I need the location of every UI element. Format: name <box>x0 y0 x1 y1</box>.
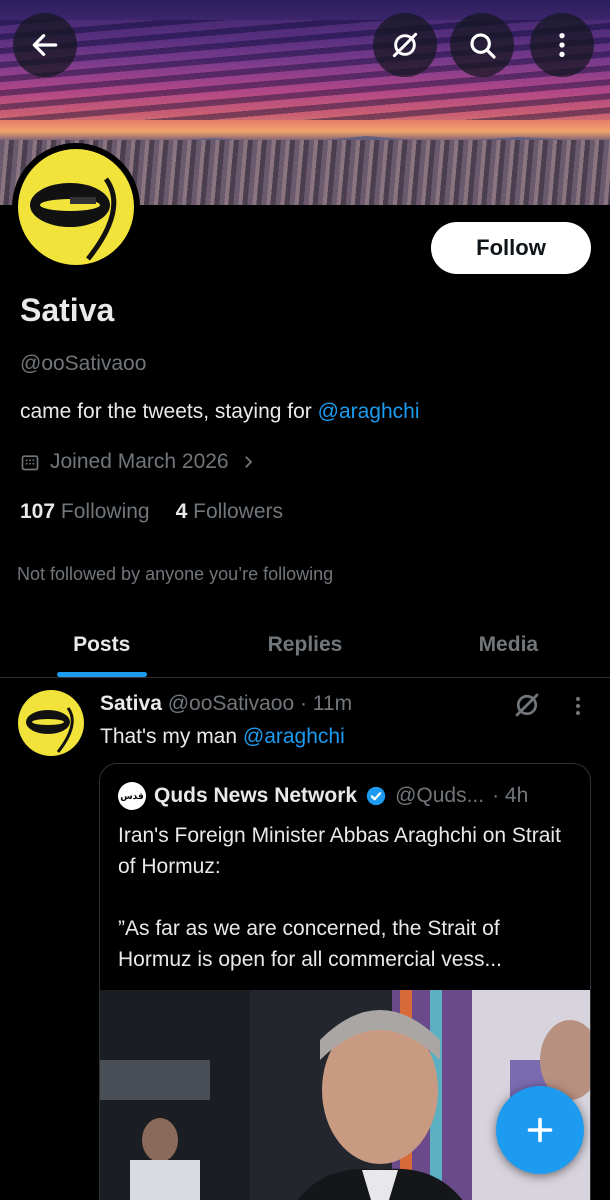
follow-button[interactable]: Follow <box>431 222 591 274</box>
quote-handle: @Quds... <box>395 784 485 807</box>
tab-posts[interactable]: Posts <box>0 612 203 677</box>
more-vertical-icon <box>559 33 565 57</box>
avatar-image <box>18 149 134 265</box>
followers-link[interactable]: 4 Followers <box>176 500 283 524</box>
post-avatar[interactable] <box>18 690 84 756</box>
not-followed-notice: Not followed by anyone you’re following <box>17 564 334 584</box>
post-handle: @ooSativaoo <box>167 692 295 715</box>
grok-icon <box>392 32 418 58</box>
follow-stats: 107 Following 4 Followers <box>20 500 283 524</box>
chevron-right-icon <box>244 456 252 468</box>
more-vertical-icon[interactable] <box>566 692 590 720</box>
quote-text: Iran's Foreign Minister Abbas Araghchi o… <box>118 824 561 971</box>
quote-avatar[interactable]: قدس <box>118 782 146 810</box>
joined-date[interactable]: Joined March 2026 <box>20 450 257 474</box>
banner-clouds <box>0 20 610 120</box>
quote-author[interactable]: Quds News Network <box>154 784 357 808</box>
search-button[interactable] <box>450 13 514 77</box>
following-count: 107 <box>20 500 56 523</box>
post-time: · 11m <box>299 692 353 715</box>
display-name: Sativa <box>20 292 115 328</box>
profile-tabs: Posts Replies Media <box>0 612 610 678</box>
profile-avatar[interactable] <box>12 143 140 271</box>
bio-text: came for the tweets, staying for <box>20 400 318 423</box>
post-mention-link[interactable]: @araghchi <box>243 725 345 748</box>
grok-button[interactable] <box>373 13 437 77</box>
search-icon <box>470 33 496 59</box>
joined-label: Joined March 2026 <box>50 450 229 473</box>
quote-logo-text: قدس <box>120 790 144 801</box>
arrow-left-icon <box>32 34 58 56</box>
verified-badge-icon <box>366 786 386 806</box>
following-label: Following <box>60 500 150 523</box>
bio-mention-link[interactable]: @araghchi <box>318 400 420 423</box>
quote-time: · 4h <box>492 784 529 807</box>
back-button[interactable] <box>13 13 77 77</box>
tab-media[interactable]: Media <box>407 612 610 677</box>
followers-label: Followers <box>193 500 283 523</box>
grok-icon[interactable] <box>512 690 542 720</box>
post-author[interactable]: Sativa <box>100 692 162 715</box>
tab-replies[interactable]: Replies <box>203 612 406 677</box>
post-text: That's my man @araghchi <box>100 725 345 749</box>
post-body: That's my man <box>100 725 243 748</box>
more-options-button[interactable] <box>530 13 594 77</box>
following-link[interactable]: 107 Following <box>20 500 150 524</box>
profile-bio: came for the tweets, staying for @araghc… <box>20 400 420 424</box>
quote-header: قدس Quds News Network @Quds... · 4h <box>118 782 528 810</box>
post-header: Sativa @ooSativaoo · 11m <box>100 692 352 716</box>
plus-icon <box>527 1117 553 1143</box>
calendar-icon <box>21 455 39 471</box>
compose-button[interactable] <box>496 1086 584 1174</box>
profile-handle: @ooSativaoo <box>20 352 147 375</box>
followers-count: 4 <box>175 500 188 523</box>
